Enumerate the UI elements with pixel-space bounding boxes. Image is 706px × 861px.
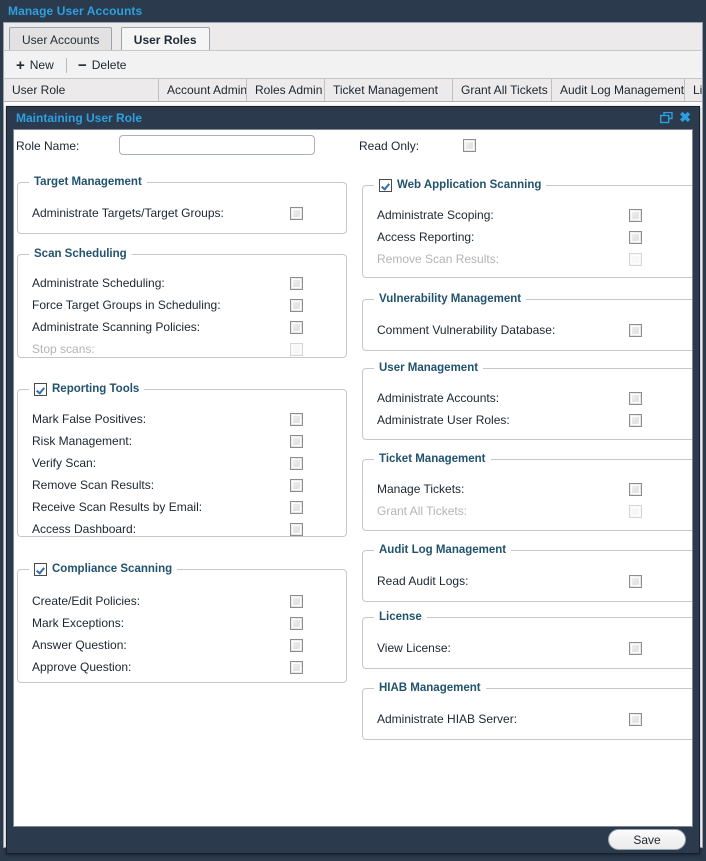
toolbar: + New − Delete xyxy=(3,50,703,78)
tab-user-roles[interactable]: User Roles xyxy=(120,27,210,51)
read-only-checkbox[interactable] xyxy=(463,139,476,152)
manage-user-accounts-window: Manage User Accounts User Accounts User R… xyxy=(0,0,706,861)
read-only-label: Read Only: xyxy=(359,139,420,153)
delete-button[interactable]: − Delete xyxy=(78,56,126,74)
column-header[interactable]: Account Admin xyxy=(159,79,247,101)
column-header[interactable]: License xyxy=(685,79,702,101)
role-name-input[interactable] xyxy=(119,135,315,155)
column-header[interactable]: Audit Log Management xyxy=(552,79,685,101)
close-icon[interactable]: ✖ xyxy=(679,110,691,124)
restore-icon[interactable] xyxy=(659,111,673,124)
toolbar-separator xyxy=(66,58,67,73)
save-button[interactable]: Save xyxy=(608,829,686,850)
delete-button-label: Delete xyxy=(91,58,127,72)
column-header[interactable]: Roles Admin xyxy=(247,79,325,101)
column-header[interactable]: Grant All Tickets xyxy=(453,79,552,101)
user-role-form xyxy=(12,128,692,720)
new-button-label: New xyxy=(29,58,54,72)
new-button[interactable]: + New xyxy=(16,56,54,74)
column-header[interactable]: User Role xyxy=(4,79,159,101)
tabstrip: User Accounts User Roles xyxy=(3,22,703,51)
tab-label: User Roles xyxy=(133,33,197,47)
app-titlebar: Manage User Accounts xyxy=(0,0,706,22)
plus-icon: + xyxy=(16,56,25,74)
dialog-footer: Save xyxy=(13,827,693,853)
minus-icon: − xyxy=(78,56,87,74)
dialog-title: Maintaining User Role xyxy=(16,111,143,125)
role-name-label: Role Name: xyxy=(16,139,80,153)
tab-label: User Accounts xyxy=(22,33,100,47)
column-header[interactable]: Ticket Management xyxy=(325,79,453,101)
tab-user-accounts[interactable]: User Accounts xyxy=(9,27,113,51)
dialog-titlebar: Maintaining User Role ✖ xyxy=(7,107,699,129)
grid-column-headers: User Role Account Admin Roles Admin Ticket … xyxy=(3,78,703,102)
app-title: Manage User Accounts xyxy=(8,4,143,18)
